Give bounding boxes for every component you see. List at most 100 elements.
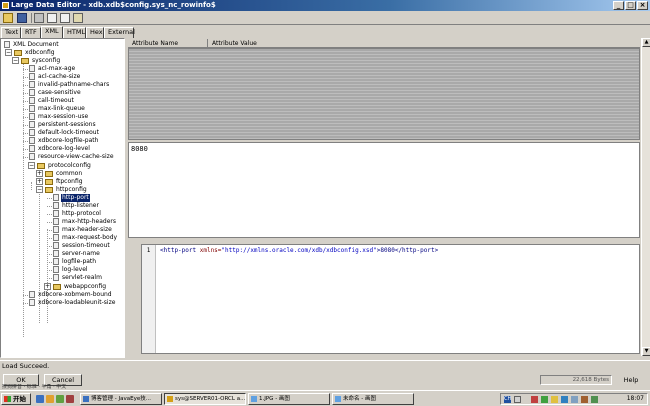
close-button[interactable]: × (637, 1, 648, 10)
element-node-icon (29, 89, 35, 96)
tree-node-httpconfig-item[interactable]: logfile-path (47, 258, 123, 266)
tree-node-common[interactable]: + common (36, 170, 123, 178)
tab-html[interactable]: HTML (63, 27, 86, 38)
tree-node-xdbconfig[interactable]: − xdbconfig (5, 49, 123, 57)
app-icon (2, 2, 9, 9)
element-node-icon (29, 73, 35, 80)
column-attribute-name[interactable]: Attribute Name (128, 39, 208, 48)
tab-hex[interactable]: Hex (86, 27, 104, 38)
taskbar-app-blog[interactable]: 博客管理 - JavaEye技... (80, 393, 162, 405)
tree-node-label: default-lock-timeout (38, 129, 99, 136)
code-rest: >8080</http-port> (376, 247, 439, 254)
tree-node-httpconfig-item[interactable]: max-request-body (47, 234, 123, 242)
element-node-icon (53, 258, 59, 265)
tray-sync-icon[interactable] (591, 396, 598, 403)
tree-node-sysconfig-item[interactable]: call-timeout (23, 97, 123, 105)
tree-node-label: max-http-headers (62, 218, 116, 225)
tree-node-label: case-sensitive (38, 89, 81, 96)
tray-misc-icon[interactable] (581, 396, 588, 403)
tree-node-label: max-session-use (38, 113, 89, 120)
tree-node-httpconfig-item[interactable]: servlet-realm (47, 274, 123, 282)
system-tray: CH 18:07 (500, 393, 648, 405)
tree-node-label: http-port (61, 194, 90, 202)
tree-node-httpconfig-item[interactable]: http-protocol (47, 210, 123, 218)
tree-node-httpconfig[interactable]: − httpconfig (36, 186, 123, 194)
tree-node-sysconfig[interactable]: − sysconfig (12, 57, 123, 65)
print-icon[interactable] (34, 13, 44, 23)
paste-icon[interactable] (73, 13, 83, 23)
tree-node-label: resource-view-cache-size (38, 153, 114, 160)
tree-node-httpconfig-item[interactable]: session-timeout (47, 242, 123, 250)
element-node-icon (53, 226, 59, 233)
xml-tree[interactable]: XML Document − xdbconfig − sysconfig acl… (0, 38, 125, 358)
window-title: Large Data Editor - xdb.xdb$config.sys_n… (11, 1, 216, 9)
antivirus-icon[interactable] (531, 396, 538, 403)
tab-text[interactable]: Text (1, 27, 21, 38)
copy-icon[interactable] (60, 13, 70, 23)
tree-node-protocolconfig[interactable]: − protocolconfig (28, 162, 123, 170)
tree-node-sysconfig-item[interactable]: max-link-queue (23, 105, 123, 113)
taskbar-app-paint-untitled[interactable]: 未命名 - 画图 (332, 393, 414, 405)
keyboard-icon[interactable] (514, 396, 521, 403)
tree-node-label: acl-cache-size (38, 73, 81, 80)
tree-node-sysconfig-item[interactable]: case-sensitive (23, 89, 123, 97)
element-node-icon (29, 97, 35, 104)
start-button[interactable]: 开始 (1, 393, 31, 405)
tree-node-httpconfig-item[interactable]: http-listener (47, 202, 123, 210)
tree-node-sysconfig-item[interactable]: xdbcore-logfile-path (23, 137, 123, 145)
volume-icon[interactable] (561, 396, 568, 403)
toolbar (0, 11, 650, 25)
element-node-icon (53, 242, 59, 249)
tree-node-httpconfig-item[interactable]: max-http-headers (47, 218, 123, 226)
tree-node-sysconfig-item[interactable]: resource-view-cache-size (23, 153, 123, 161)
tree-node-xdbconfig-item[interactable]: xdbcore-loadableunit-size (23, 299, 123, 307)
tree-node-httpconfig-item[interactable]: server-name (47, 250, 123, 258)
minimize-button[interactable]: _ (613, 1, 624, 10)
open-icon[interactable] (3, 13, 13, 23)
ie-icon[interactable] (36, 395, 44, 403)
tree-node-sysconfig-item[interactable]: default-lock-timeout (23, 129, 123, 137)
tab-external[interactable]: External (104, 27, 135, 38)
tree-node-xdbconfig-item[interactable]: xdbcore-xobmem-bound (23, 291, 123, 299)
quicklaunch-icon[interactable] (66, 395, 74, 403)
splitter[interactable] (128, 239, 640, 243)
tree-node-sysconfig-item[interactable]: max-session-use (23, 113, 123, 121)
taskbar-app-sql[interactable]: sys@SERVER01-ORCL a... (164, 393, 246, 405)
tab-xml[interactable]: XML (41, 26, 63, 38)
media-icon[interactable] (56, 395, 64, 403)
tree-node-webappconfig[interactable]: + webappconfig (44, 283, 123, 291)
tree-node-label: http-listener (62, 202, 99, 209)
tree-node-sysconfig-item[interactable]: acl-cache-size (23, 73, 123, 81)
tree-node-label: max-link-queue (38, 105, 85, 112)
taskbar-app-paint-jpg[interactable]: 1.JPG - 画图 (248, 393, 330, 405)
tree-node-root[interactable]: XML Document (3, 41, 123, 49)
vertical-scrollbar[interactable]: ▲ ▼ (641, 38, 650, 356)
tree-node-sysconfig-item[interactable]: acl-max-age (23, 65, 123, 73)
tree-node-label: acl-max-age (38, 65, 76, 72)
tree-node-label: servlet-realm (62, 274, 102, 281)
tree-node-sysconfig-item[interactable]: xdbcore-log-level (23, 145, 123, 153)
tray-shield-icon[interactable] (571, 396, 578, 403)
element-node-icon (29, 129, 35, 136)
tree-node-ftpconfig[interactable]: + ftpconfig (36, 178, 123, 186)
tree-node-httpconfig-item[interactable]: http-port (47, 194, 123, 202)
tree-node-httpconfig-item[interactable]: log-level (47, 266, 123, 274)
scroll-up-icon[interactable]: ▲ (642, 38, 650, 47)
tree-node-sysconfig-item[interactable]: invalid-pathname-chars (23, 81, 123, 89)
tree-node-sysconfig-item[interactable]: persistent-sessions (23, 121, 123, 129)
column-attribute-value[interactable]: Attribute Value (208, 39, 640, 48)
attribute-grid[interactable] (128, 48, 640, 140)
network-icon[interactable] (541, 396, 548, 403)
cut-icon[interactable] (47, 13, 57, 23)
save-icon[interactable] (17, 13, 27, 23)
node-value-text[interactable]: 8080 (128, 142, 640, 238)
desktop-icon[interactable] (46, 395, 54, 403)
tree-node-httpconfig-item[interactable]: max-header-size (47, 226, 123, 234)
xml-source-editor[interactable]: 1 <http-port xmlns="http://xmlns.oracle.… (141, 244, 640, 354)
help-button[interactable]: Help (616, 375, 646, 385)
scroll-down-icon[interactable]: ▼ (642, 347, 650, 356)
tab-rtf[interactable]: RTF (21, 27, 41, 38)
language-icon[interactable]: CH (504, 396, 511, 403)
tray-app-icon[interactable] (551, 396, 558, 403)
maximize-button[interactable]: □ (625, 1, 636, 10)
